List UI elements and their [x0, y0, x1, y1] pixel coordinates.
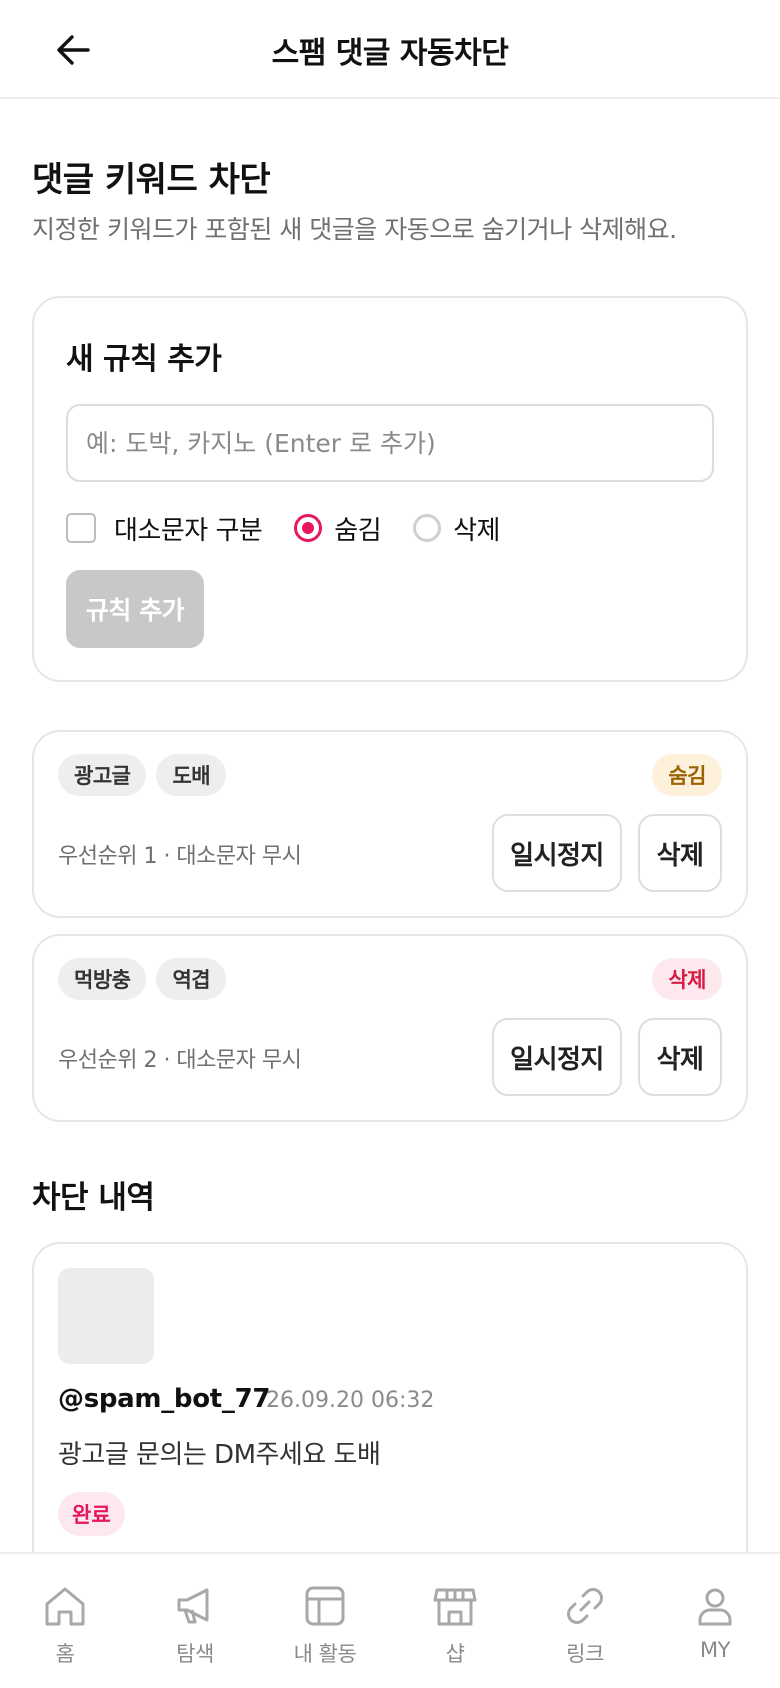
status-badge: 완료	[58, 1492, 125, 1536]
case-sensitive-checkbox[interactable]	[66, 513, 96, 543]
comment-thumbnail	[58, 1268, 154, 1364]
pause-rule-button[interactable]: 일시정지	[492, 814, 622, 892]
rule-card: 광고글 도배 숨김 우선순위 1 · 대소문자 무시 일시정지 삭제	[32, 730, 748, 918]
history-timestamp: 26.09.20 06:32	[266, 1388, 435, 1413]
store-icon	[433, 1588, 477, 1626]
pause-rule-button[interactable]: 일시정지	[492, 1018, 622, 1096]
link-icon	[567, 1588, 603, 1624]
history-comment-text: 광고글 문의는 DM주세요 도배	[58, 1440, 381, 1470]
mode-badge: 숨김	[652, 754, 722, 796]
add-rule-title: 새 규칙 추가	[66, 342, 222, 377]
bottom-tab-bar: 홈 탐색 내 활동 샵 링크 MY	[0, 1552, 780, 1688]
keyword-chip: 도배	[156, 754, 227, 796]
page-title: 스팸 댓글 자동차단	[271, 36, 509, 71]
tab-label: MY	[700, 1638, 730, 1662]
tab-home[interactable]: 홈	[0, 1554, 130, 1688]
tab-link[interactable]: 링크	[520, 1554, 650, 1688]
mode-delete-radio[interactable]	[413, 514, 442, 542]
case-sensitive-label: 대소문자 구분	[114, 515, 263, 546]
mode-hide-label: 숨김	[334, 515, 382, 546]
section-description: 지정한 키워드가 포함된 새 댓글을 자동으로 숨기거나 삭제해요.	[32, 215, 677, 244]
keyword-chip: 역겹	[156, 958, 227, 1000]
tab-shop[interactable]: 샵	[390, 1554, 520, 1688]
rule-options: 대소문자 구분 숨김 삭제	[66, 508, 500, 548]
top-app-bar: 스팸 댓글 자동차단	[0, 0, 780, 99]
mode-delete-label: 삭제	[453, 515, 500, 546]
home-icon	[45, 1587, 85, 1626]
add-rule-button[interactable]: 규칙 추가	[66, 570, 204, 648]
tab-label: 샵	[445, 1642, 465, 1666]
add-rule-card: 새 규칙 추가 대소문자 구분 숨김 삭제 규칙 추가	[32, 296, 748, 682]
user-icon	[698, 1588, 732, 1626]
keyword-chips: 광고글 도배	[58, 754, 227, 796]
layout-icon	[305, 1586, 345, 1626]
rule-meta: 우선순위 2 · 대소문자 무시	[58, 1048, 302, 1073]
tab-explore[interactable]: 탐색	[130, 1554, 260, 1688]
tab-label: 홈	[55, 1642, 75, 1666]
keyword-input[interactable]	[66, 404, 714, 482]
tab-label: 링크	[566, 1642, 604, 1666]
history-username: @spam_bot_77	[58, 1384, 271, 1414]
rule-meta: 우선순위 1 · 대소문자 무시	[58, 844, 302, 869]
tab-my-activity[interactable]: 내 활동	[260, 1554, 390, 1688]
section-title: 댓글 키워드 차단	[32, 160, 271, 200]
mode-hide-radio[interactable]	[294, 514, 323, 542]
megaphone-icon	[177, 1588, 209, 1624]
keyword-chip: 먹방충	[58, 958, 147, 1000]
keyword-chips: 먹방충 역겹	[58, 958, 227, 1000]
tab-label: 탐색	[176, 1642, 214, 1666]
delete-rule-button[interactable]: 삭제	[638, 1018, 722, 1096]
history-title: 차단 내역	[32, 1180, 155, 1216]
rule-card: 먹방충 역겹 삭제 우선순위 2 · 대소문자 무시 일시정지 삭제	[32, 934, 748, 1122]
mode-badge: 삭제	[652, 958, 722, 1000]
tab-my[interactable]: MY	[650, 1554, 780, 1688]
keyword-chip: 광고글	[58, 754, 147, 796]
delete-rule-button[interactable]: 삭제	[638, 814, 722, 892]
tab-label: 내 활동	[293, 1642, 357, 1666]
